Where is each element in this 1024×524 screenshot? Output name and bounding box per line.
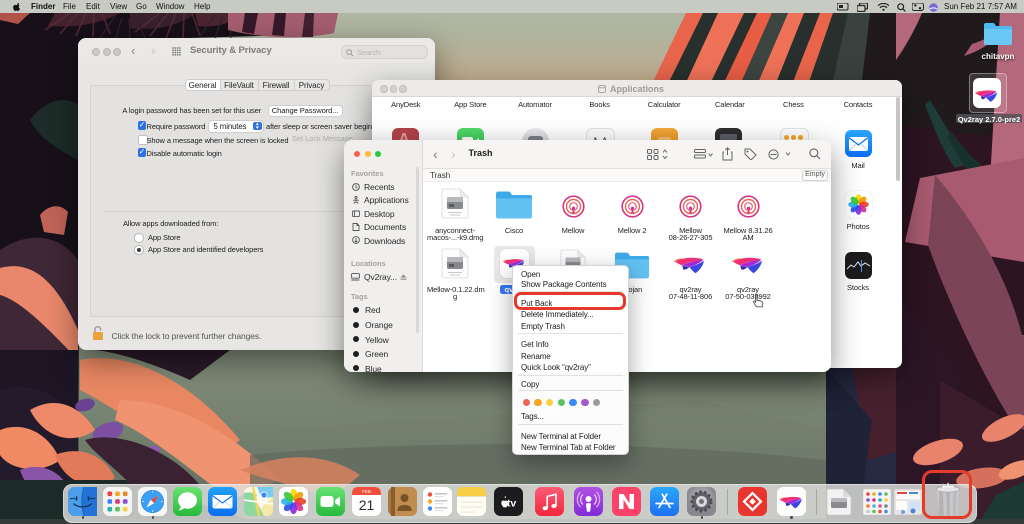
svg-text:21: 21: [359, 497, 375, 513]
svg-text:FEB: FEB: [362, 489, 371, 494]
svg-text:tv: tv: [506, 497, 515, 509]
